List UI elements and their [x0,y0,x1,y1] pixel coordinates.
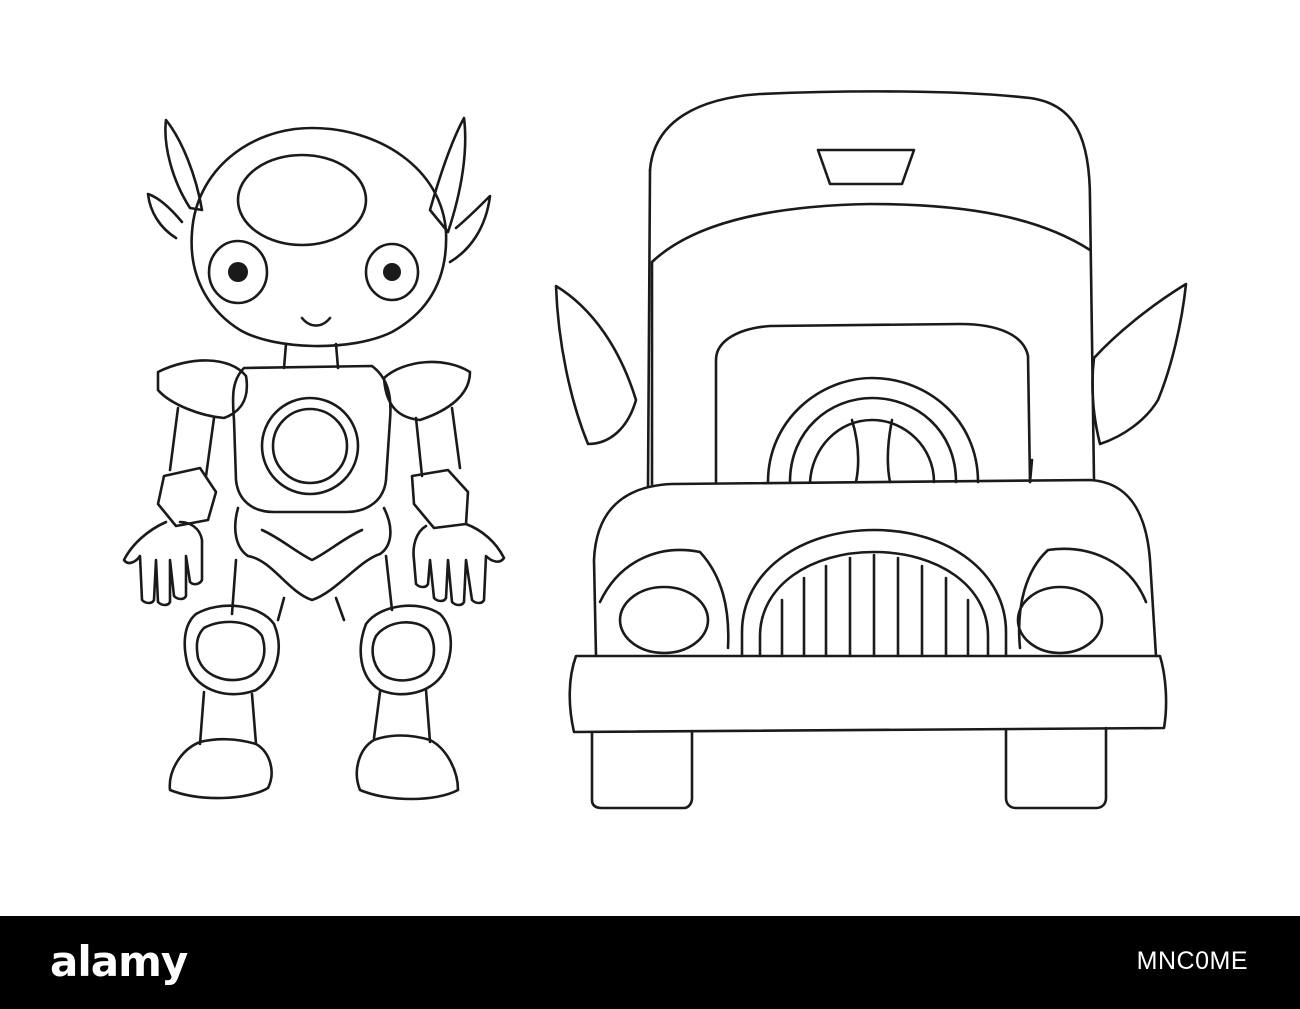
robot-right-foot [355,734,460,801]
robot-chest-ring-inner [271,407,349,485]
robot-belt-v [260,528,364,562]
robot-left-pupil [228,262,248,282]
truck-right-wheel [1004,726,1108,810]
robot-left-knee-inner [195,620,266,682]
robot-right-head-fin [428,116,467,234]
watermark-image-code: MNC0ME [1136,947,1248,975]
truck-windshield [650,202,1092,264]
truck-engine-arch-core [808,418,936,484]
truck-hood-panel [714,322,1032,484]
watermark-logo: alamy [50,937,188,986]
truck-cab-left-side [646,168,652,488]
coloring-illustration [122,90,1188,810]
truck-left-mirror [554,284,638,446]
robot-left-upper-arm [168,406,216,478]
truck-right-headlight [1016,585,1104,655]
robot-left-fin-back [146,192,184,240]
truck-left-wheel [590,730,694,810]
truck-right-headlight-housing [1017,547,1148,650]
robot-face-visor [236,153,368,247]
robot-right-pupil [383,263,401,281]
truck-left-headlight-housing [598,548,730,650]
robot-head [190,126,448,348]
truck-engine-arch-bar [850,418,894,484]
truck-right-mirror [1091,282,1188,446]
truck-engine-arch-inner [788,396,958,484]
robot-left-hand [122,520,204,607]
robot-smile [300,316,332,327]
image-canvas: alamy MNC0ME [0,0,1300,1009]
robot-right-cuff [410,468,470,530]
robot-neck [282,342,340,370]
robot-chest [231,364,392,514]
robot-left-foot [168,737,273,800]
robot-right-hand [412,522,506,607]
truck-left-headlight [618,585,710,655]
truck-engine-arch-outer [766,376,980,484]
truck-grille-bars [780,553,970,658]
robot-chest-ring-outer [260,396,360,496]
robot-left-cuff [156,466,218,528]
robot-right-shoulder-pad [382,360,472,422]
robot-hips [234,506,392,602]
watermark-bar: alamy MNC0ME [0,916,1300,1009]
truck-front [554,90,1188,810]
truck-bumper [568,654,1168,734]
robot-left-shin [198,690,258,746]
robot-figure [122,116,506,801]
robot-left-head-fin [164,118,204,212]
truck-roof-light [816,148,916,186]
robot-right-knee-inner [371,620,436,682]
